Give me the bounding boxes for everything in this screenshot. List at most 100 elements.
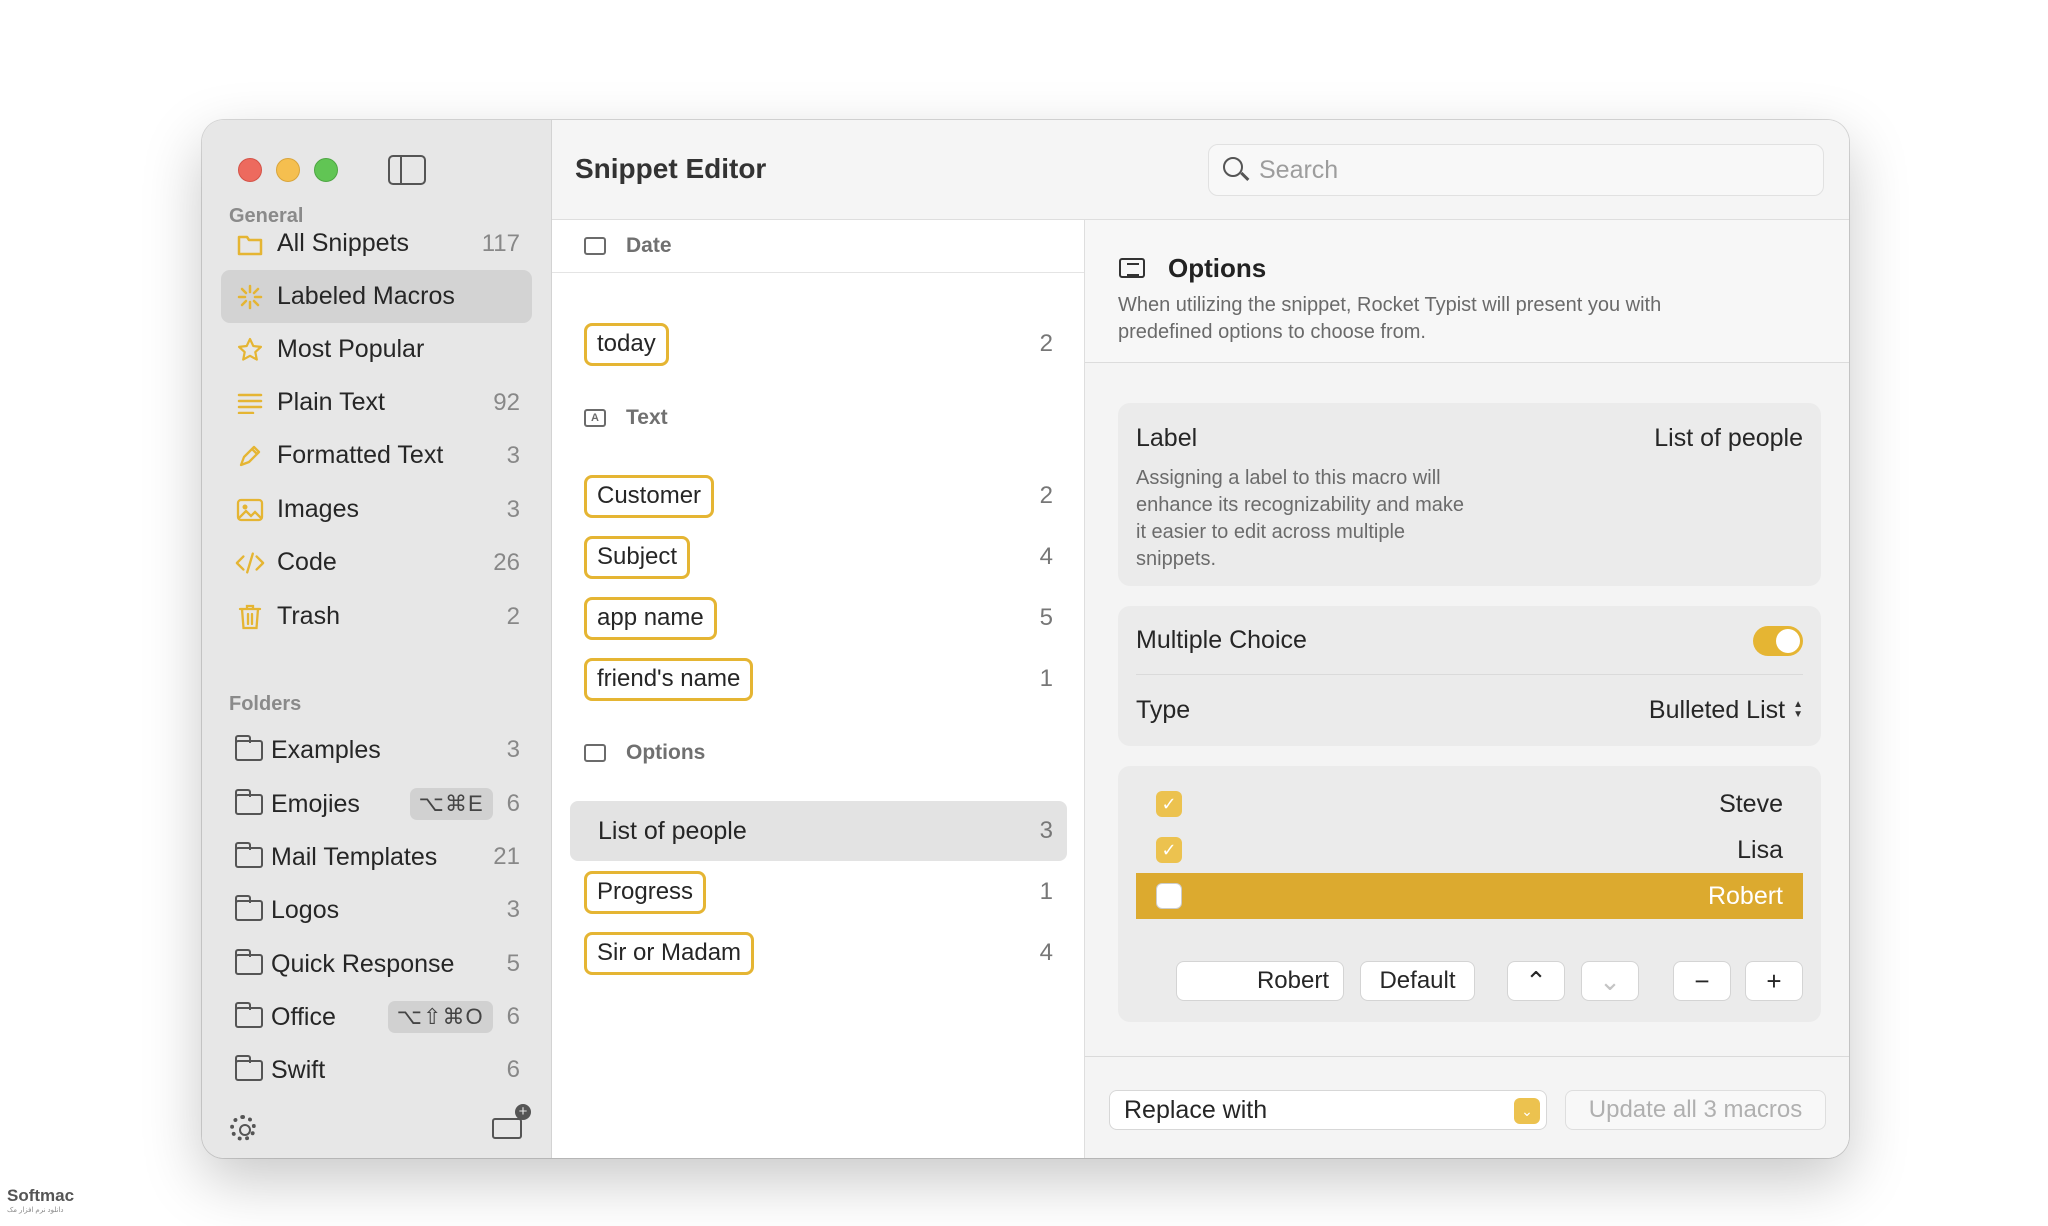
macro-row-today[interactable]: today 2	[570, 314, 1067, 374]
updown-chevron-icon[interactable]: ▲ ▼	[1793, 700, 1803, 720]
macro-count: 1	[1039, 878, 1053, 905]
sidebar-item-labeled-macros[interactable]: Labeled Macros	[221, 270, 532, 323]
macro-row-app-name[interactable]: app name 5	[570, 588, 1067, 648]
folder-count: 3	[506, 896, 520, 923]
minimize-window-button[interactable]	[276, 158, 300, 182]
folder-item-examples[interactable]: Examples 3	[234, 728, 532, 772]
folder-item-emojies[interactable]: Emojies ⌥⌘E 6	[234, 782, 532, 826]
options-title: Options	[1168, 253, 1267, 283]
macro-row-customer[interactable]: Customer 2	[570, 466, 1067, 526]
macro-row-subject[interactable]: Subject 4	[570, 527, 1067, 587]
search-input[interactable]	[1259, 153, 1799, 187]
checkbox[interactable]: ✓	[1156, 791, 1182, 817]
group-header-text: A Text	[584, 406, 668, 430]
minus-icon: −	[1694, 965, 1710, 996]
sidebar-item-code[interactable]: Code 26	[221, 536, 532, 589]
options-list-card: ✓ Steve ✓ Lisa Robert Robert Default ⌃ ⌄…	[1118, 766, 1821, 1022]
folder-label: Office	[271, 1002, 336, 1031]
multiple-choice-row: Multiple Choice	[1136, 607, 1803, 675]
list-item-lisa[interactable]: ✓ Lisa	[1136, 827, 1803, 873]
macro-tag: Customer	[584, 474, 715, 518]
checkbox[interactable]	[1156, 883, 1182, 909]
folder-count: 21	[493, 843, 520, 870]
divider	[552, 272, 1084, 273]
multiple-choice-toggle[interactable]	[1753, 625, 1803, 656]
macro-count: 3	[1039, 817, 1053, 844]
list-item-name: Robert	[1707, 881, 1783, 910]
zoom-window-button[interactable]	[314, 158, 338, 182]
option-name-input[interactable]: Robert	[1176, 961, 1344, 1001]
code-icon	[235, 548, 265, 578]
macro-count: 2	[1039, 482, 1053, 509]
group-title: Text	[626, 406, 668, 429]
bottom-bar: Replace with ⌄ Update all 3 macros	[1085, 1056, 1849, 1158]
folder-label: Quick Response	[271, 949, 455, 978]
move-down-button[interactable]: ⌄	[1581, 961, 1639, 1001]
folder-icon	[234, 841, 263, 868]
settings-gear-icon[interactable]	[230, 1115, 256, 1141]
options-header: Options When utilizing the snippet, Rock…	[1085, 220, 1849, 363]
sidebar-item-count: 3	[506, 495, 520, 523]
sidebar-item-label: Code	[277, 548, 337, 576]
macro-row-sir-or-madam[interactable]: Sir or Madam 4	[570, 923, 1067, 983]
default-button[interactable]: Default	[1360, 961, 1475, 1001]
folder-item-quick-response[interactable]: Quick Response 5	[234, 942, 532, 986]
star-icon	[235, 335, 265, 365]
label-field-value[interactable]: List of people	[1654, 424, 1803, 453]
macro-row-friends-name[interactable]: friend's name 1	[570, 649, 1067, 709]
sidebar-item-label: Plain Text	[277, 388, 385, 416]
macro-row-progress[interactable]: Progress 1	[570, 862, 1067, 922]
add-option-button[interactable]: +	[1745, 961, 1803, 1001]
text-format-icon: A	[584, 409, 606, 427]
close-window-button[interactable]	[238, 158, 262, 182]
toolbar: Snippet Editor	[552, 120, 1849, 220]
sidebar-item-plain-text[interactable]: Plain Text 92	[221, 376, 532, 429]
plus-icon: +	[1766, 965, 1782, 996]
new-folder-icon[interactable]	[492, 1104, 531, 1139]
remove-option-button[interactable]: −	[1673, 961, 1731, 1001]
folder-item-logos[interactable]: Logos 3	[234, 888, 532, 932]
folder-item-swift[interactable]: Swift 6	[234, 1048, 532, 1092]
list-item-robert[interactable]: Robert	[1136, 873, 1803, 919]
folder-label: Examples	[271, 735, 381, 764]
group-header-date: Date	[584, 234, 672, 258]
folder-icon	[234, 734, 263, 761]
type-select-value[interactable]: Bulleted List	[1649, 696, 1785, 725]
folder-count: 5	[506, 950, 520, 977]
replace-with-select[interactable]: Replace with ⌄	[1109, 1090, 1547, 1130]
folder-count: 6	[506, 1056, 520, 1083]
image-icon	[235, 495, 265, 525]
app-window: General All Snippets 117 Labeled Macros …	[202, 120, 1849, 1158]
folder-count: 6	[506, 1003, 520, 1030]
section-title-folders: Folders	[229, 693, 302, 715]
checkbox[interactable]: ✓	[1156, 837, 1182, 863]
sidebar-item-label: Images	[277, 495, 359, 523]
options-panel: Options When utilizing the snippet, Rock…	[1085, 220, 1849, 1158]
folder-item-office[interactable]: Office ⌥⇧⌘O 6	[234, 995, 532, 1039]
sidebar-item-trash[interactable]: Trash 2	[221, 590, 532, 643]
sidebar-item-label: Most Popular	[277, 335, 425, 363]
list-item-steve[interactable]: ✓ Steve	[1136, 781, 1803, 827]
trash-icon	[235, 602, 265, 632]
move-up-button[interactable]: ⌃	[1507, 961, 1565, 1001]
sidebar-item-count: 3	[506, 441, 520, 469]
watermark-subtitle: دانلود نرم افزار مک	[7, 1207, 64, 1214]
macro-tag: Subject	[584, 535, 691, 579]
settings-card: Multiple Choice Type Bulleted List ▲ ▼	[1118, 606, 1821, 746]
list-options-icon	[584, 744, 606, 762]
sidebar-toggle-icon[interactable]	[388, 155, 426, 185]
sidebar-item-most-popular[interactable]: Most Popular	[221, 323, 532, 376]
list-item-name: Lisa	[1737, 835, 1783, 864]
sidebar-item-images[interactable]: Images 3	[221, 483, 532, 536]
macro-row-list-of-people[interactable]: List of people 3	[570, 801, 1067, 861]
sidebar-item-label: Formatted Text	[277, 441, 444, 469]
folder-item-mail-templates[interactable]: Mail Templates 21	[234, 835, 532, 879]
type-row: Type Bulleted List ▲ ▼	[1136, 676, 1803, 744]
pen-icon	[235, 441, 265, 471]
sidebar-item-formatted-text[interactable]: Formatted Text 3	[221, 429, 532, 482]
macro-count: 5	[1039, 604, 1053, 631]
folder-label: Logos	[271, 895, 340, 924]
search-field[interactable]	[1208, 144, 1824, 196]
sidebar-item-all-snippets[interactable]: All Snippets 117	[221, 217, 532, 270]
update-all-macros-button[interactable]: Update all 3 macros	[1565, 1090, 1826, 1130]
